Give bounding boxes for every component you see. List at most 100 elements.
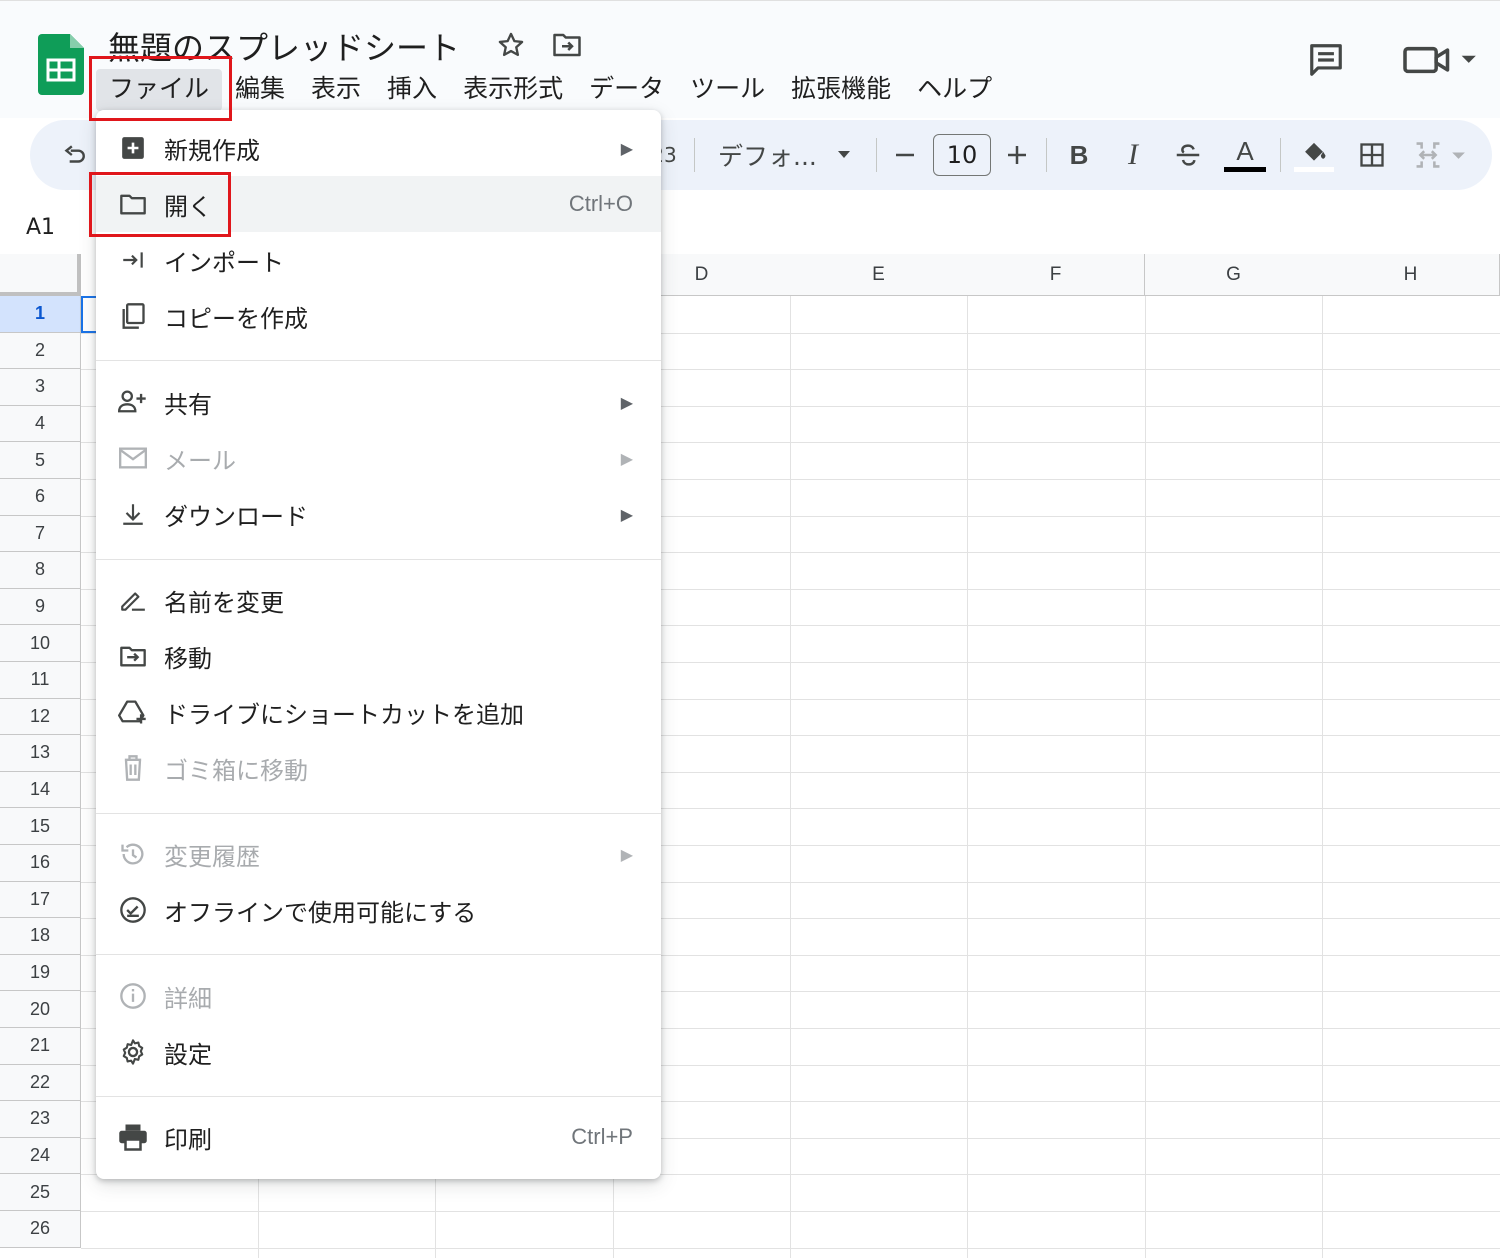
row-header[interactable]: 6 — [0, 479, 81, 516]
menu-tools[interactable]: ツール — [677, 69, 778, 111]
grid-column-line — [1145, 296, 1146, 1258]
row-header[interactable]: 12 — [0, 698, 81, 736]
file-menu-item-label: 印刷 — [164, 1125, 212, 1154]
menu-help[interactable]: ヘルプ — [904, 69, 1005, 111]
row-header[interactable]: 16 — [0, 845, 81, 882]
toolbar-divider — [1046, 138, 1047, 172]
file-menu-item-14[interactable]: 設定 — [96, 1024, 661, 1080]
font-dropdown-arrow-icon[interactable] — [834, 120, 854, 190]
column-header-g[interactable]: G — [1145, 254, 1323, 296]
file-menu-item-3[interactable]: コピーを作成 — [96, 288, 661, 344]
menu-view[interactable]: 表示 — [298, 69, 374, 111]
bold-button[interactable]: B — [1064, 120, 1094, 190]
name-box[interactable]: A1 — [26, 215, 55, 240]
file-menu-item-label: ドライブにショートカットを追加 — [164, 700, 524, 729]
font-size-input[interactable]: 10 — [933, 134, 991, 176]
row-header[interactable]: 21 — [0, 1028, 81, 1065]
row-header[interactable]: 7 — [0, 515, 81, 553]
file-menu-item-9[interactable]: ドライブにショートカットを追加 — [96, 684, 661, 740]
row-header[interactable]: 23 — [0, 1101, 81, 1138]
merge-cells-icon[interactable] — [1412, 120, 1472, 190]
row-header[interactable]: 5 — [0, 442, 81, 479]
submenu-arrow-icon: ▶ — [620, 138, 633, 158]
move-folder-icon[interactable] — [551, 29, 583, 61]
italic-button[interactable]: I — [1118, 120, 1148, 190]
file-menu-item-label: コピーを作成 — [164, 304, 308, 333]
row-header[interactable]: 3 — [0, 369, 81, 406]
file-menu-item-4[interactable]: 共有 ▶ — [96, 374, 661, 430]
import-icon — [118, 245, 148, 275]
file-menu-item-15[interactable]: 印刷 Ctrl+P — [96, 1109, 661, 1165]
increase-font-size-icon[interactable] — [1004, 120, 1030, 190]
row-header[interactable]: 4 — [0, 405, 81, 443]
fill-color-swatch — [1294, 166, 1334, 172]
row-header[interactable]: 26 — [0, 1211, 81, 1248]
row-header[interactable]: 2 — [0, 332, 81, 370]
undo-icon[interactable] — [58, 120, 90, 190]
meet-video-icon[interactable] — [1400, 37, 1478, 83]
font-family-select[interactable]: デフォ... — [718, 120, 818, 190]
fill-color-icon[interactable] — [1294, 120, 1334, 190]
file-menu-item-label: インポート — [164, 248, 284, 277]
copy-icon — [118, 301, 148, 331]
column-header-f[interactable]: F — [967, 254, 1145, 296]
file-menu-item-6[interactable]: ダウンロード ▶ — [96, 486, 661, 542]
text-color-button[interactable]: A — [1224, 120, 1266, 190]
mail-icon — [118, 443, 148, 473]
keyboard-shortcut: Ctrl+P — [571, 1124, 633, 1149]
row-header[interactable]: 8 — [0, 552, 81, 589]
strikethrough-icon[interactable] — [1172, 120, 1204, 190]
row-header[interactable]: 15 — [0, 808, 81, 845]
menu-format[interactable]: 表示形式 — [450, 69, 576, 111]
file-menu-item-0[interactable]: 新規作成 ▶ — [96, 120, 661, 176]
menu-extensions[interactable]: 拡張機能 — [778, 69, 904, 111]
row-header[interactable]: 24 — [0, 1137, 81, 1175]
star-icon[interactable] — [495, 29, 527, 61]
file-menu-item-7[interactable]: 名前を変更 — [96, 572, 661, 628]
file-menu-item-10: ゴミ箱に移動 — [96, 740, 661, 796]
gear-icon — [118, 1037, 148, 1067]
file-menu-item-12[interactable]: オフラインで使用可能にする — [96, 882, 661, 938]
menu-edit[interactable]: 編集 — [222, 69, 298, 111]
row-header[interactable]: 13 — [0, 735, 81, 772]
menu-divider — [96, 1096, 661, 1097]
highlight-open-item — [89, 172, 231, 237]
row-header[interactable]: 1 — [0, 296, 81, 333]
plus-box-icon — [118, 133, 148, 163]
row-header[interactable]: 22 — [0, 1064, 81, 1102]
file-menu-item-label: 変更履歴 — [164, 842, 260, 871]
file-menu-item-label: 名前を変更 — [164, 588, 284, 617]
download-icon — [118, 499, 148, 529]
text-color-swatch — [1224, 167, 1266, 172]
row-header[interactable]: 18 — [0, 918, 81, 955]
select-all-corner[interactable] — [0, 254, 81, 296]
keyboard-shortcut: Ctrl+O — [568, 191, 633, 216]
row-header[interactable]: 9 — [0, 588, 81, 626]
file-menu-item-8[interactable]: 移動 — [96, 628, 661, 684]
info-icon — [118, 981, 148, 1011]
row-header[interactable]: 19 — [0, 954, 81, 992]
sheets-logo-icon[interactable] — [38, 34, 84, 95]
menu-divider — [96, 813, 661, 814]
column-header-e[interactable]: E — [790, 254, 968, 296]
column-header-h[interactable]: H — [1322, 254, 1500, 296]
menu-divider — [96, 559, 661, 560]
menu-data[interactable]: データ — [576, 69, 677, 111]
row-header[interactable]: 25 — [0, 1174, 81, 1211]
menu-insert[interactable]: 挿入 — [374, 69, 450, 111]
file-menu-item-label: 新規作成 — [164, 136, 260, 165]
file-menu-item-label: メール — [164, 446, 236, 475]
decrease-font-size-icon[interactable] — [892, 120, 918, 190]
submenu-arrow-icon: ▶ — [620, 504, 633, 524]
row-header[interactable]: 10 — [0, 625, 81, 662]
file-menu-item-2[interactable]: インポート — [96, 232, 661, 288]
row-header[interactable]: 20 — [0, 991, 81, 1028]
row-header[interactable]: 17 — [0, 881, 81, 919]
grid-column-line — [1322, 296, 1323, 1258]
borders-icon[interactable] — [1356, 120, 1388, 190]
row-header[interactable]: 11 — [0, 662, 81, 699]
toolbar-divider — [694, 138, 695, 172]
row-header[interactable]: 14 — [0, 771, 81, 809]
move-folder-icon — [118, 641, 148, 671]
comments-icon[interactable] — [1306, 37, 1346, 83]
